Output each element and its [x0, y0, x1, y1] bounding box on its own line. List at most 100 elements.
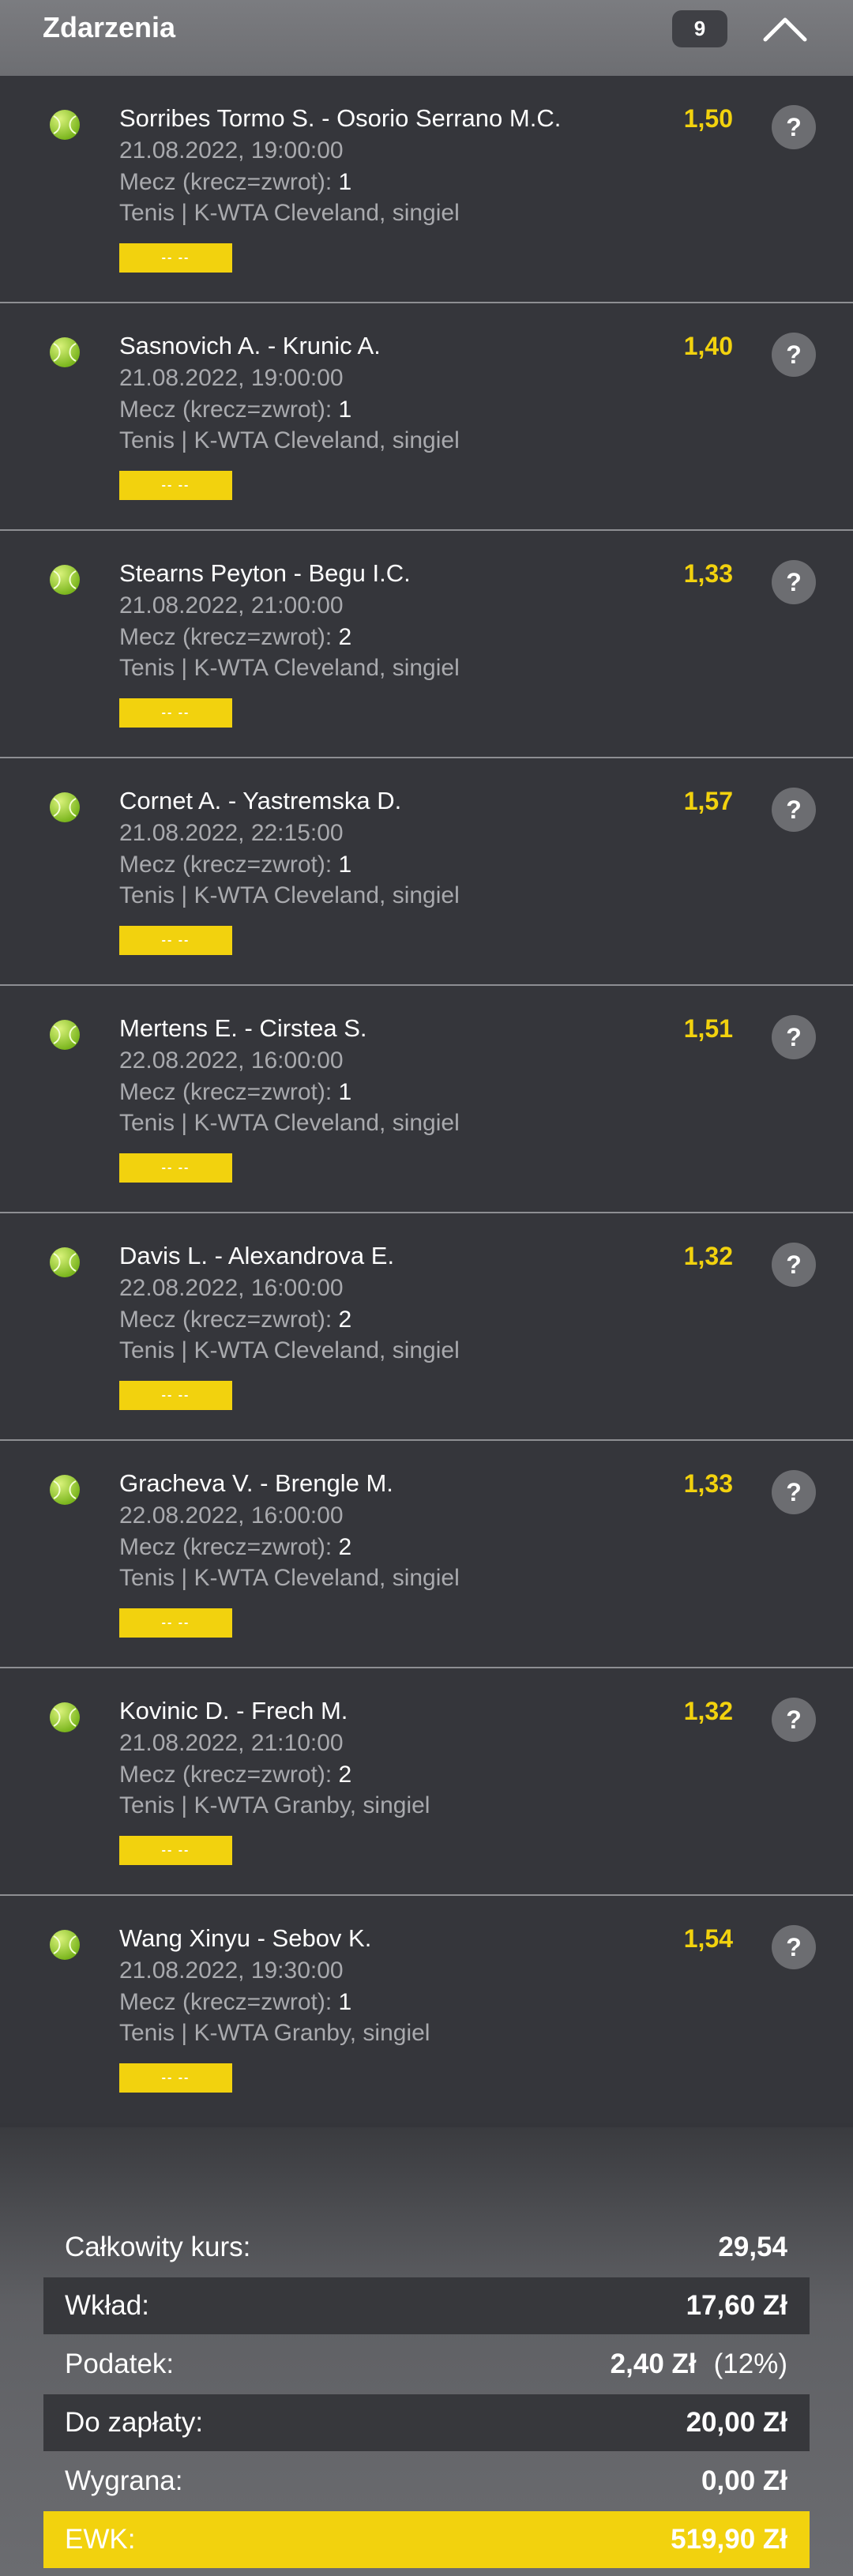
question-icon[interactable]: ?: [772, 1243, 816, 1287]
event-row[interactable]: Gracheva V. - Brengle M. 22.08.2022, 16:0…: [0, 1441, 853, 1668]
event-date: 22.08.2022, 16:00:00: [119, 1275, 344, 1301]
event-row[interactable]: Cornet A. - Yastremska D. 21.08.2022, 22:…: [0, 758, 853, 986]
summary-ewk: EWK: 519,90 Zł: [43, 2511, 810, 2568]
event-title: Davis L. - Alexandrova E.: [119, 1242, 395, 1269]
event-title: Stearns Peyton - Begu I.C.: [119, 559, 411, 587]
event-market: Mecz (krecz=zwrot): 2: [119, 1307, 351, 1333]
market-label: Mecz (krecz=zwrot):: [119, 1534, 333, 1560]
events-count-badge: 9: [672, 10, 727, 47]
market-pick: 2: [338, 1534, 352, 1560]
market-pick: 2: [338, 1307, 352, 1333]
event-market: Mecz (krecz=zwrot): 1: [119, 852, 351, 878]
event-league: Tenis | K-WTA Cleveland, singiel: [119, 1565, 460, 1591]
event-title: Wang Xinyu - Sebov K.: [119, 1924, 372, 1952]
events-list: Sorribes Tormo S. - Osorio Serrano M.C. 2…: [0, 76, 853, 2123]
event-league: Tenis | K-WTA Granby, singiel: [119, 1792, 430, 1818]
market-pick: 1: [338, 397, 352, 423]
event-date: 21.08.2022, 22:15:00: [119, 820, 344, 846]
market-pick: 1: [338, 169, 352, 195]
summary-to-pay: Do zapłaty: 20,00 Zł: [43, 2394, 810, 2451]
event-league: Tenis | K-WTA Cleveland, singiel: [119, 1110, 460, 1136]
summary-tax: Podatek: 2,40 Zł (12%): [43, 2336, 810, 2393]
market-pick: 1: [338, 852, 352, 878]
question-icon[interactable]: ?: [772, 1698, 816, 1742]
win-label: Wygrana:: [65, 2465, 183, 2496]
event-row[interactable]: Sasnovich A. - Krunic A. 21.08.2022, 19:0…: [0, 303, 853, 531]
event-status-badge: -- --: [119, 698, 232, 728]
event-odds: 1,32: [683, 1697, 733, 1725]
question-icon[interactable]: ?: [772, 1470, 816, 1514]
tennis-ball-icon: [50, 565, 80, 595]
market-label: Mecz (krecz=zwrot):: [119, 169, 333, 195]
question-icon[interactable]: ?: [772, 333, 816, 377]
market-label: Mecz (krecz=zwrot):: [119, 624, 333, 650]
event-market: Mecz (krecz=zwrot): 1: [119, 397, 351, 423]
market-label: Mecz (krecz=zwrot):: [119, 1307, 333, 1333]
event-market: Mecz (krecz=zwrot): 2: [119, 624, 351, 651]
event-odds: 1,50: [683, 104, 733, 133]
tennis-ball-icon: [50, 1475, 80, 1505]
event-row[interactable]: Mertens E. - Cirstea S. 22.08.2022, 16:00…: [0, 986, 853, 1213]
event-odds: 1,40: [683, 332, 733, 360]
market-label: Mecz (krecz=zwrot):: [119, 1079, 333, 1105]
tennis-ball-icon: [50, 1247, 80, 1277]
tennis-ball-icon: [50, 337, 80, 367]
event-market: Mecz (krecz=zwrot): 1: [119, 1079, 351, 1106]
event-odds: 1,32: [683, 1242, 733, 1270]
market-pick: 1: [338, 1079, 352, 1105]
question-icon[interactable]: ?: [772, 1925, 816, 1969]
event-date: 21.08.2022, 19:00:00: [119, 365, 344, 391]
stake-value: 17,60 Zł: [686, 2290, 787, 2321]
market-label: Mecz (krecz=zwrot):: [119, 852, 333, 878]
chevron-up-icon[interactable]: [761, 13, 810, 44]
total-odds-value: 29,54: [718, 2232, 787, 2262]
event-odds: 1,51: [683, 1014, 733, 1043]
tax-rate: (12%): [713, 2348, 787, 2379]
event-date: 21.08.2022, 21:10:00: [119, 1730, 344, 1756]
tax-value-group: 2,40 Zł (12%): [611, 2348, 787, 2380]
event-row[interactable]: Sorribes Tormo S. - Osorio Serrano M.C. 2…: [0, 76, 853, 303]
tennis-ball-icon: [50, 1702, 80, 1732]
tennis-ball-icon: [50, 110, 80, 140]
event-status-badge: -- --: [119, 1608, 232, 1638]
summary-total-odds: Całkowity kurs: 29,54: [43, 2219, 810, 2276]
event-title: Cornet A. - Yastremska D.: [119, 787, 402, 814]
question-icon[interactable]: ?: [772, 1015, 816, 1059]
event-date: 21.08.2022, 21:00:00: [119, 592, 344, 619]
event-row[interactable]: Kovinic D. - Frech M. 21.08.2022, 21:10:0…: [0, 1668, 853, 1896]
question-icon[interactable]: ?: [772, 560, 816, 604]
market-pick: 2: [338, 1762, 352, 1788]
event-odds: 1,57: [683, 787, 733, 815]
market-pick: 1: [338, 1989, 352, 2015]
market-label: Mecz (krecz=zwrot):: [119, 1762, 333, 1788]
event-status-badge: -- --: [119, 471, 232, 500]
bet-summary: Całkowity kurs: 29,54 Wkład: 17,60 Zł Po…: [0, 2127, 853, 2576]
question-icon[interactable]: ?: [772, 105, 816, 149]
event-row[interactable]: Stearns Peyton - Begu I.C. 21.08.2022, 21…: [0, 531, 853, 758]
event-league: Tenis | K-WTA Granby, singiel: [119, 2020, 430, 2046]
tennis-ball-icon: [50, 1930, 80, 1960]
header-title: Zdarzenia: [43, 11, 176, 43]
tennis-ball-icon: [50, 792, 80, 822]
event-date: 22.08.2022, 16:00:00: [119, 1047, 344, 1074]
summary-win: Wygrana: 0,00 Zł: [43, 2453, 810, 2510]
event-title: Sorribes Tormo S. - Osorio Serrano M.C.: [119, 104, 562, 132]
event-date: 21.08.2022, 19:30:00: [119, 1957, 344, 1984]
question-icon[interactable]: ?: [772, 788, 816, 832]
event-status-badge: -- --: [119, 1836, 232, 1865]
tax-value: 2,40 Zł: [610, 2348, 697, 2379]
event-title: Gracheva V. - Brengle M.: [119, 1469, 393, 1497]
to-pay-label: Do zapłaty:: [65, 2407, 204, 2438]
market-label: Mecz (krecz=zwrot):: [119, 397, 333, 423]
event-market: Mecz (krecz=zwrot): 2: [119, 1762, 351, 1788]
event-status-badge: -- --: [119, 1153, 232, 1183]
market-label: Mecz (krecz=zwrot):: [119, 1989, 333, 2015]
win-value: 0,00 Zł: [701, 2465, 787, 2496]
event-row[interactable]: Wang Xinyu - Sebov K. 21.08.2022, 19:30:0…: [0, 1896, 853, 2123]
event-league: Tenis | K-WTA Cleveland, singiel: [119, 882, 460, 908]
event-date: 22.08.2022, 16:00:00: [119, 1502, 344, 1529]
total-odds-label: Całkowity kurs:: [65, 2232, 251, 2262]
event-market: Mecz (krecz=zwrot): 1: [119, 169, 351, 196]
event-status-badge: -- --: [119, 1381, 232, 1410]
event-row[interactable]: Davis L. - Alexandrova E. 22.08.2022, 16:…: [0, 1213, 853, 1441]
